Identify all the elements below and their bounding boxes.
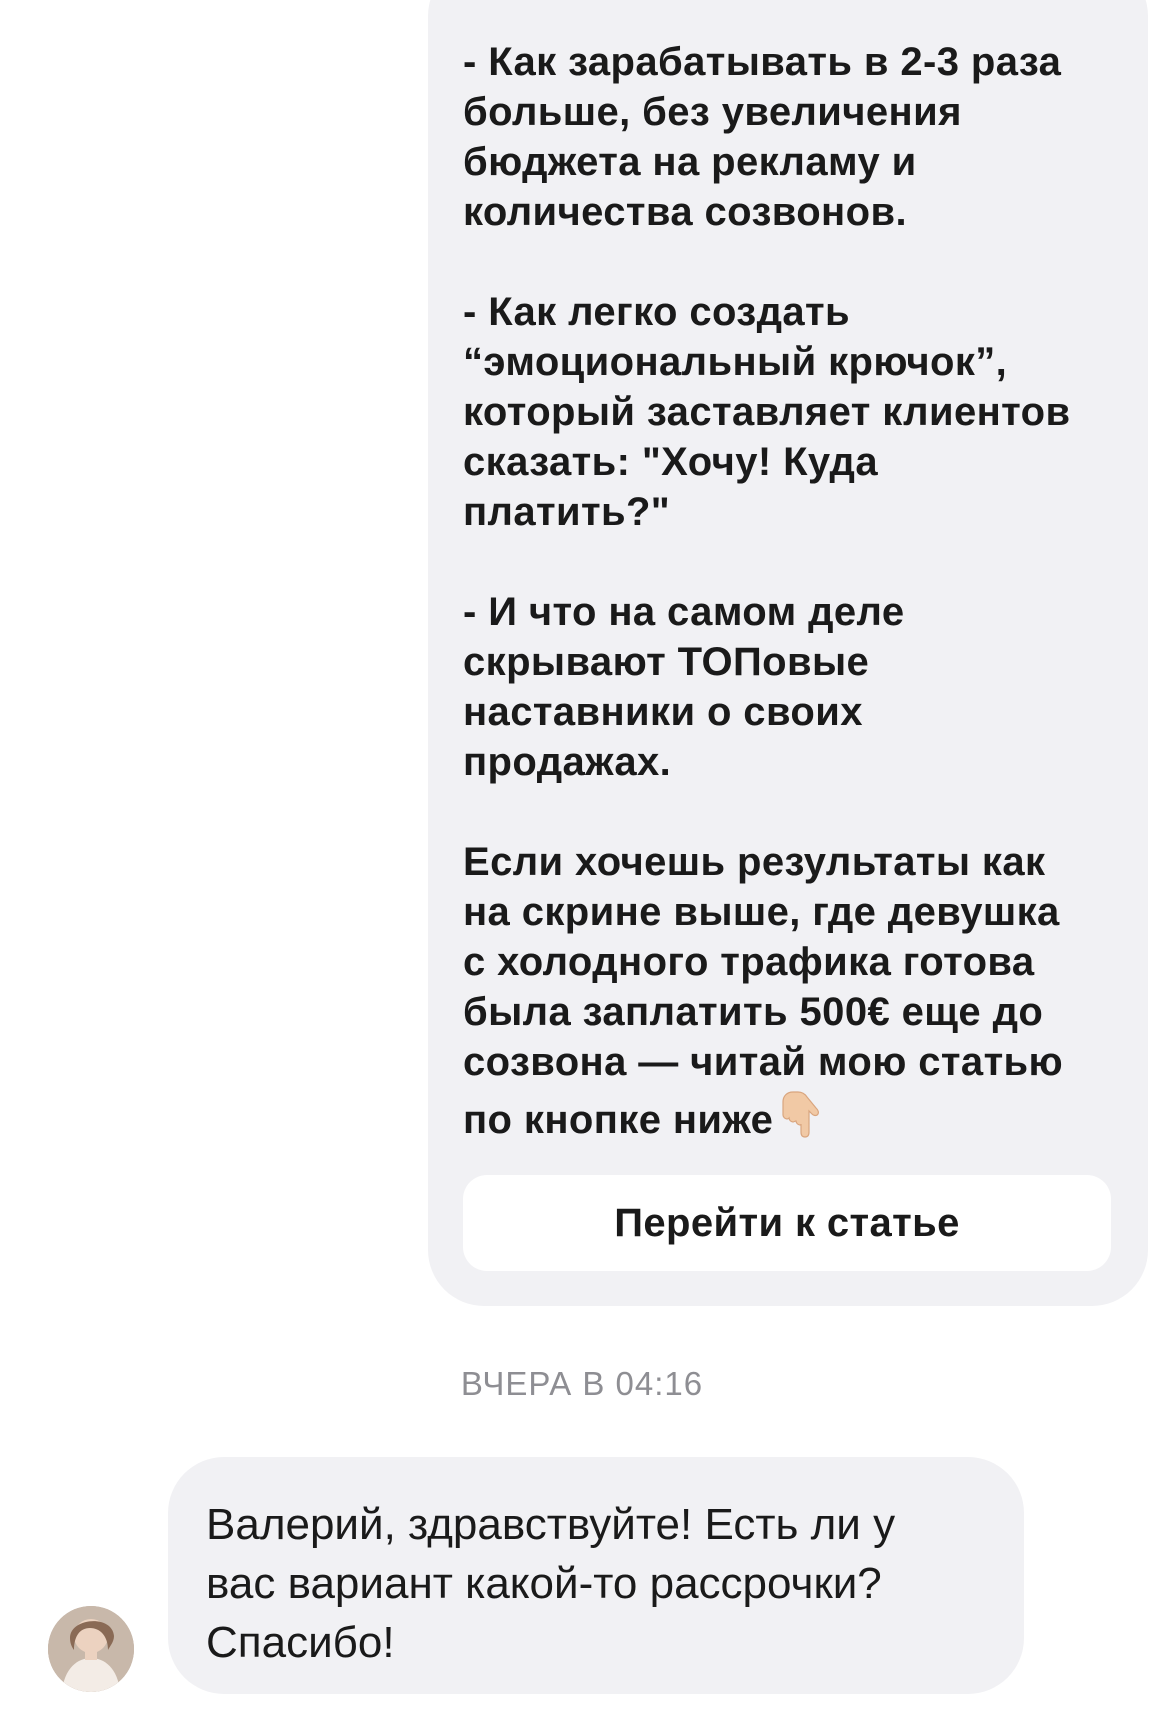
message-timestamp: ВЧЕРА В 04:16 xyxy=(0,1365,1170,1403)
text-line: продажах. xyxy=(463,740,672,784)
text-line: скрывают ТОПовые xyxy=(463,640,870,684)
text-line: Валерий, здравствуйте! Есть ли у xyxy=(206,1500,896,1549)
message-paragraph: - Как легко создать “эмоциональный крючо… xyxy=(463,287,1123,537)
message-paragraph: Если хочешь результаты как на скрине выш… xyxy=(463,837,1123,1151)
incoming-message-text: Валерий, здравствуйте! Есть ли у вас вар… xyxy=(206,1495,1006,1672)
message-paragraph: - И что на самом деле скрывают ТОПовые н… xyxy=(463,587,1123,787)
text-line: с холодного трафика готова xyxy=(463,940,1035,984)
text-line: Спасибо! xyxy=(206,1618,395,1667)
text-line: больше, без увеличения xyxy=(463,90,962,134)
text-line: Если хочешь результаты как xyxy=(463,840,1046,884)
text-line-content: по кнопке ниже xyxy=(463,1098,774,1142)
go-to-article-button[interactable]: Перейти к статье xyxy=(463,1175,1111,1271)
text-line: “эмоциональный крючок”, xyxy=(463,340,1008,384)
text-line: наставники о своих xyxy=(463,690,863,734)
text-line: - Как легко создать xyxy=(463,290,850,334)
outgoing-message-text: - Как зарабатывать в 2-3 раза больше, бе… xyxy=(463,37,1123,1151)
text-line: вас вариант какой-то рассрочки? xyxy=(206,1559,882,1608)
text-line: была заплатить 500€ еще до xyxy=(463,990,1044,1034)
text-line: платить?" xyxy=(463,490,671,534)
message-paragraph: - Как зарабатывать в 2-3 раза больше, бе… xyxy=(463,37,1123,237)
text-line: бюджета на рекламу и xyxy=(463,140,917,184)
text-line: - И что на самом деле xyxy=(463,590,905,634)
avatar-photo-icon xyxy=(48,1606,134,1692)
incoming-message-bubble: Валерий, здравствуйте! Есть ли у вас вар… xyxy=(168,1457,1024,1694)
text-line: сказать: "Хочу! Куда xyxy=(463,440,878,484)
text-line: количества созвонов. xyxy=(463,190,907,234)
text-line: созвона — читай мою статью xyxy=(463,1040,1064,1084)
text-line: на скрине выше, где девушка xyxy=(463,890,1060,934)
text-line-last: по кнопке ниже xyxy=(463,1087,1123,1151)
text-line: который заставляет клиентов xyxy=(463,390,1071,434)
hand-pointing-down-icon xyxy=(779,1087,820,1151)
user-avatar[interactable] xyxy=(48,1606,134,1692)
text-line: - Как зарабатывать в 2-3 раза xyxy=(463,40,1062,84)
timestamp-text: ВЧЕРА В 04:16 xyxy=(460,1365,704,1402)
outgoing-message-bubble: - Как зарабатывать в 2-3 раза больше, бе… xyxy=(428,0,1148,1306)
